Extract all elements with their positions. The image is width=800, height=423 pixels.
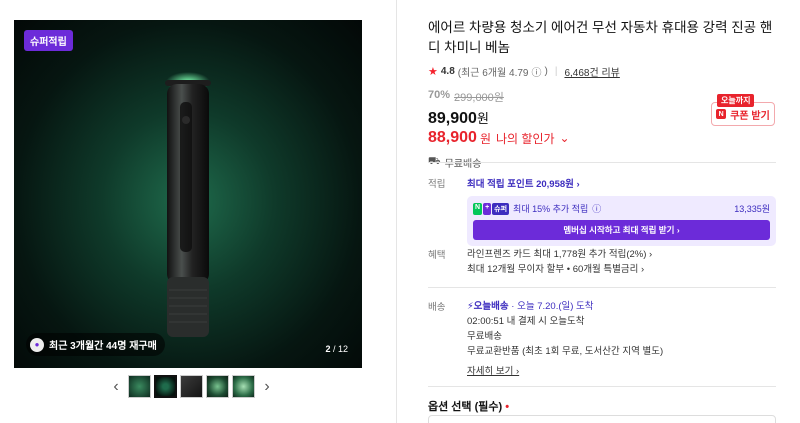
product-image-main[interactable]: 슈퍼적립 ● 최근 3개월간 44명 재구매 2 / 12 bbox=[14, 20, 362, 368]
divider bbox=[428, 386, 776, 387]
divider bbox=[428, 287, 776, 288]
separator: | bbox=[554, 66, 558, 77]
info-icon[interactable]: ⓘ bbox=[532, 64, 542, 79]
installment-link[interactable]: 최대 12개월 무이자 할부 • 60개월 특별금리 › bbox=[467, 262, 776, 277]
image-pager: 2 / 12 bbox=[325, 344, 348, 354]
card-benefit-link[interactable]: 라인프렌즈 카드 최대 1,778원 추가 적립(2%) › bbox=[467, 247, 776, 262]
free-return: 무료교환반품 (최초 1회 무료, 도서산간 지역 별도) bbox=[467, 346, 664, 357]
repurchase-info: ● 최근 3개월간 44명 재구매 bbox=[26, 333, 165, 356]
info-icon[interactable]: ⓘ bbox=[592, 202, 601, 215]
thumbnail-active[interactable] bbox=[154, 375, 177, 398]
my-discount-price[interactable]: 88,900 원 나의 할인가 ⌄ bbox=[428, 129, 776, 147]
product-image bbox=[165, 72, 211, 337]
super-reward-badge: 슈퍼적립 bbox=[24, 30, 73, 51]
product-info: 에어르 차량용 청소기 에어건 무선 자동차 휴대용 강력 진공 핸디 차미니 … bbox=[428, 18, 776, 170]
delivery-details-link[interactable]: 자세히 보기 › bbox=[467, 364, 776, 379]
divider bbox=[396, 0, 397, 423]
order-deadline: 02:00:51 내 결제 시 오늘도착 bbox=[467, 316, 585, 327]
thumbnail[interactable] bbox=[180, 375, 203, 398]
discount-percent: 70% bbox=[428, 89, 451, 101]
original-price: 299,000원 bbox=[454, 92, 504, 104]
naver-plus-logo: N + 슈퍼 bbox=[473, 202, 510, 215]
chevron-right-icon: › bbox=[573, 179, 580, 190]
today-delivery-badge: ⚡오늘배송 bbox=[467, 301, 509, 312]
naver-plus-box: N + 슈퍼 최대 15% 추가 적립 ⓘ 13,335원 멤버십 시작하고 최대 … bbox=[467, 196, 776, 246]
option-select-title: 옵션 선택 (필수) • bbox=[428, 401, 510, 413]
membership-button[interactable]: 멤버십 시작하고 최대 적립 받기 › bbox=[473, 220, 770, 240]
naver-icon: N bbox=[716, 109, 727, 119]
thumbnail[interactable] bbox=[128, 375, 151, 398]
max-points-link[interactable]: 최대 적립 포인트 20,958원 bbox=[467, 179, 574, 190]
coupon-deadline-badge: 오늘까지 bbox=[717, 94, 755, 107]
thumbnail[interactable] bbox=[206, 375, 229, 398]
thumbnail[interactable] bbox=[232, 375, 255, 398]
chevron-down-icon: ⌄ bbox=[559, 131, 570, 145]
user-icon: ● bbox=[30, 337, 44, 352]
free-shipping: 무료배송 bbox=[467, 331, 502, 342]
review-count-link[interactable]: 6,468건 리뷰 bbox=[564, 64, 619, 79]
product-title: 에어르 차량용 청소기 에어건 무선 자동차 휴대용 강력 진공 핸디 차미니 … bbox=[428, 20, 773, 55]
divider bbox=[428, 162, 776, 163]
coupon-widget: 오늘까지 N 쿠폰 받기 bbox=[711, 94, 775, 126]
next-arrow-icon[interactable]: › bbox=[258, 378, 276, 396]
extra-points-amount: 13,335원 bbox=[734, 204, 770, 214]
thumbnail-strip: ‹ › bbox=[107, 375, 276, 398]
option-select-dropdown[interactable] bbox=[428, 415, 776, 423]
star-icon: ★ bbox=[428, 66, 438, 78]
prev-arrow-icon[interactable]: ‹ bbox=[107, 378, 125, 396]
rating-row: ★ 4.8 (최근 6개월 4.79 ⓘ) | 6,468건 리뷰 bbox=[428, 64, 620, 79]
